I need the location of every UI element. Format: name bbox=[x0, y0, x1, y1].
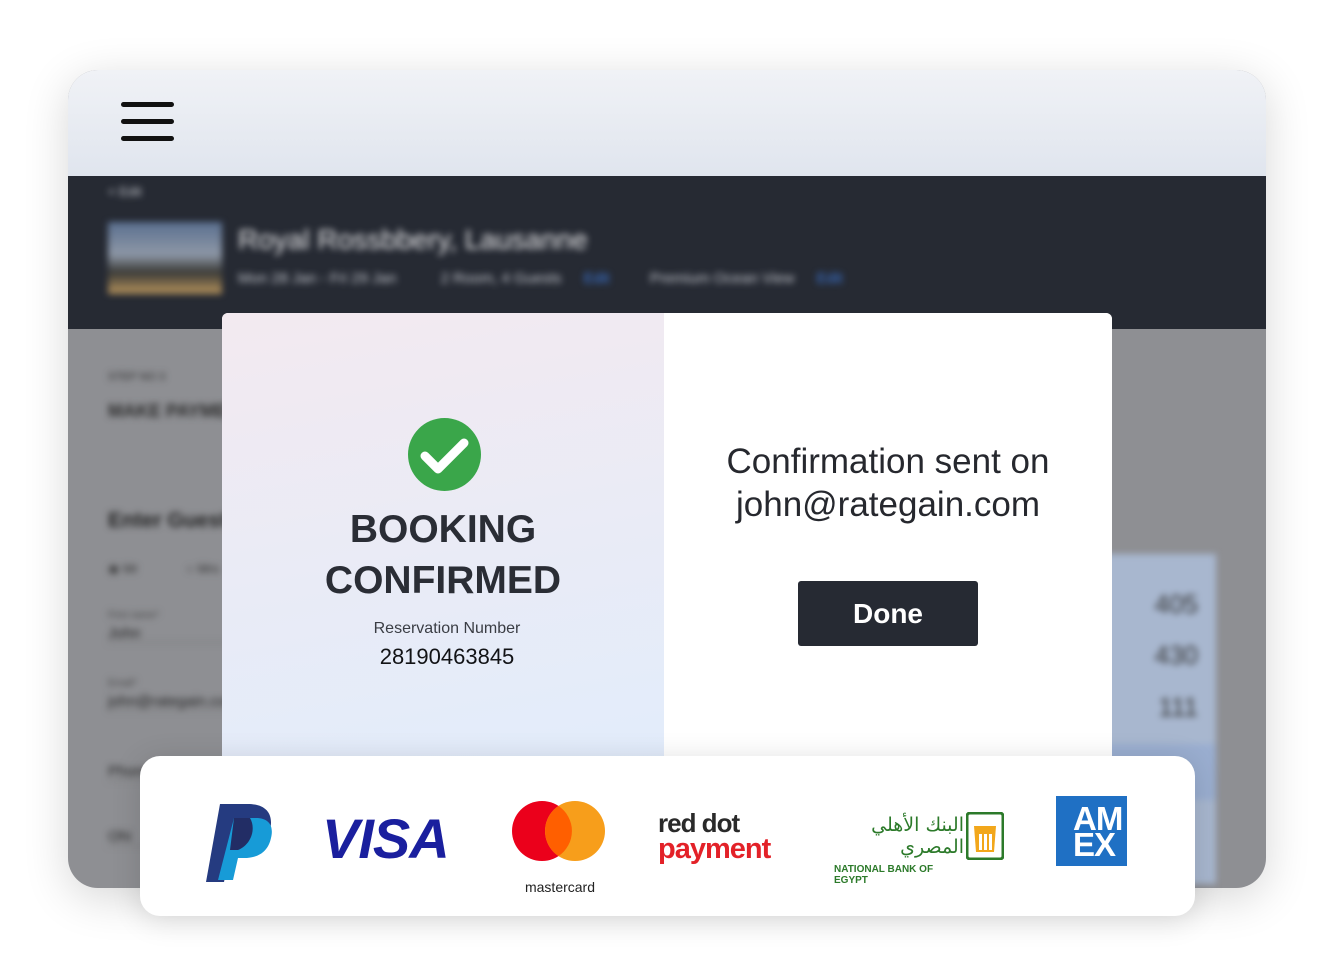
mastercard-label: mastercard bbox=[524, 879, 596, 895]
status-line-1: BOOKING bbox=[349, 508, 537, 551]
confirmation-message: Confirmation sent on john@rategain.com bbox=[664, 440, 1112, 526]
hotel-name: Royal Rossbbery, Lausanne bbox=[238, 224, 588, 255]
amex-line-2: EX bbox=[1073, 826, 1116, 863]
status-line-2: CONFIRMED bbox=[324, 559, 562, 602]
email-field[interactable]: Email* john@rategain.com bbox=[108, 678, 238, 711]
room-type: Premium Ocean View bbox=[649, 270, 795, 287]
american-express-logo: AM EX bbox=[1056, 796, 1127, 866]
title-radio-mr[interactable]: ◉ Mr bbox=[108, 561, 138, 577]
nbe-arabic-name: البنك الأهلي المصري bbox=[871, 814, 964, 858]
national-bank-of-egypt-logo: البنك الأهلي المصري NATIONAL BANK OF EGY… bbox=[834, 814, 964, 886]
booking-confirmed-title: BOOKING CONFIRMED bbox=[222, 504, 664, 606]
stay-dates: Mon 28 Jan - Fri 29 Jan bbox=[238, 270, 397, 287]
top-bar bbox=[68, 70, 1266, 176]
hotel-meta: Mon 28 Jan - Fri 29 Jan 2 Room, 4 Guests… bbox=[238, 270, 879, 287]
reddot-line-2: payment bbox=[658, 833, 771, 865]
confirmation-line: Confirmation sent on bbox=[726, 442, 1050, 481]
step-label: STEP NO 3 bbox=[108, 371, 166, 383]
confirmation-status-panel: BOOKING CONFIRMED Reservation Number 281… bbox=[222, 313, 664, 758]
nbe-emblem-icon bbox=[966, 812, 1004, 860]
first-name-field[interactable]: First name* John bbox=[108, 610, 228, 643]
edit-guests-link[interactable]: Edit bbox=[584, 270, 610, 287]
mastercard-circles-icon bbox=[512, 801, 605, 861]
check-circle-icon bbox=[408, 418, 481, 491]
summary-line: 405 bbox=[1154, 589, 1198, 619]
confirmation-email: john@rategain.com bbox=[735, 485, 1041, 524]
reservation-number: 28190463845 bbox=[379, 644, 515, 669]
summary-line: 430 bbox=[1154, 640, 1198, 670]
booking-confirmed-dialog: BOOKING CONFIRMED Reservation Number 281… bbox=[222, 313, 1112, 758]
back-link[interactable]: < Edit bbox=[108, 184, 142, 199]
summary-line: 111 bbox=[1158, 692, 1198, 722]
guests-summary: 2 Room, 4 Guests bbox=[440, 270, 562, 287]
confirmation-action-panel: Confirmation sent on john@rategain.com D… bbox=[664, 313, 1112, 758]
mastercard-logo: mastercard bbox=[510, 800, 610, 900]
visa-logo: VISA bbox=[322, 807, 450, 870]
hamburger-menu-icon[interactable] bbox=[121, 101, 175, 143]
payment-methods-strip: VISA mastercard red dot payment البنك ال… bbox=[140, 756, 1195, 916]
edit-room-link[interactable]: Edit bbox=[817, 270, 843, 287]
title-radio-mrs[interactable]: ○ Mrs bbox=[186, 561, 219, 576]
done-button[interactable]: Done bbox=[798, 581, 978, 646]
paypal-logo-icon bbox=[206, 804, 272, 882]
reddot-payment-logo: red dot payment bbox=[658, 810, 771, 865]
reservation-label: Reservation Number bbox=[373, 620, 521, 637]
booking-header: < Edit Royal Rossbbery, Lausanne Mon 28 … bbox=[68, 176, 1266, 329]
nbe-english-name: NATIONAL BANK OF EGYPT bbox=[834, 864, 934, 886]
hotel-thumbnail bbox=[108, 222, 222, 294]
